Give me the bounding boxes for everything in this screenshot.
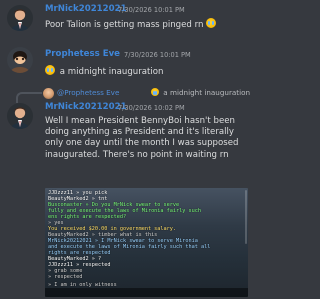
message-author[interactable]: MrNick20212021 [45, 102, 127, 112]
message-timestamp: 7/30/2026 10:01 PM [118, 6, 185, 14]
avatar[interactable] [7, 103, 33, 129]
message-body: a midnight inauguration [59, 67, 164, 77]
attachment-line: » respected [48, 274, 83, 280]
chat-log: MrNick20212021 7/30/2026 10:01 PM Poor T… [0, 0, 250, 299]
message-body: Poor Talion is getting mass pinged rn [45, 20, 204, 30]
avatar[interactable] [7, 47, 33, 73]
message-text: Poor Talion is getting mass pinged rn [45, 18, 218, 30]
message-author[interactable]: Prophetess Eve [45, 49, 120, 59]
crying-face-icon [151, 88, 159, 96]
chat-input-bar [45, 288, 248, 297]
avatar[interactable] [7, 5, 33, 31]
scrollbar[interactable] [245, 190, 247, 244]
crying-face-icon [206, 18, 217, 28]
message-body: Well I mean President BennyBoi hasn't be… [45, 116, 239, 160]
message-timestamp: 7/30/2026 10:02 PM [118, 104, 185, 112]
message-text: a midnight inauguration [45, 65, 164, 77]
message-author[interactable]: MrNick20212021 [45, 4, 127, 14]
crying-face-icon [45, 65, 55, 75]
message-timestamp: 7/30/2026 10:01 PM [124, 51, 191, 59]
image-attachment[interactable]: JJDzzz11 » you pick BeautyMarked2 » tnt … [45, 188, 248, 297]
message: MrNick20212021 7/30/2026 10:01 PM Poor T… [0, 0, 250, 34]
message: Prophetess Eve 7/30/2026 10:01 PM a midn… [0, 42, 250, 82]
